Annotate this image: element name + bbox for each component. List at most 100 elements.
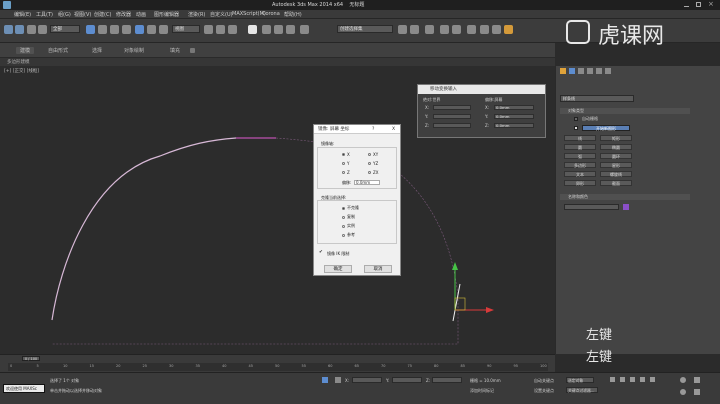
selected-object-dropdown[interactable]: 选定对象	[566, 377, 594, 383]
help-button[interactable]: ?	[372, 125, 374, 134]
add-time-tag[interactable]: 添加时间标记	[470, 388, 494, 394]
window-crossing-icon[interactable]	[122, 25, 131, 34]
render-frame-icon[interactable]	[492, 25, 501, 34]
object-color-swatch[interactable]	[623, 204, 629, 210]
coord-x-field[interactable]	[352, 377, 382, 383]
shape-button-7[interactable]: 星形	[600, 162, 632, 168]
align-icon[interactable]	[410, 25, 419, 34]
shape-button-4[interactable]: 弧	[564, 153, 596, 159]
shape-button-1[interactable]: 矩形	[600, 135, 632, 141]
menu-item-12[interactable]: 帮助(H)	[284, 11, 302, 18]
abs-y-field[interactable]	[433, 114, 471, 119]
ribbon-toggle-icon[interactable]	[190, 48, 195, 53]
select-object-icon[interactable]	[86, 25, 95, 34]
coord-y-field[interactable]	[392, 377, 422, 383]
ribbon-tab-freeform[interactable]: 自由形式	[48, 47, 68, 54]
keyboard-shortcut-icon[interactable]	[228, 25, 237, 34]
menu-item-4[interactable]: 创建(C)	[94, 11, 111, 18]
percent-snap-icon[interactable]	[274, 25, 283, 34]
next-frame-icon[interactable]	[640, 377, 645, 382]
object-name-field[interactable]	[564, 204, 619, 210]
ribbon-tab-populate[interactable]: 填充	[170, 47, 180, 54]
shape-button-2[interactable]: 圆	[564, 144, 596, 150]
shape-button-11[interactable]: 截面	[600, 180, 632, 186]
select-manipulate-icon[interactable]	[216, 25, 225, 34]
axis-y-radio[interactable]: Y	[342, 161, 349, 166]
menu-item-0[interactable]: 编辑(E)	[14, 11, 31, 18]
play-icon[interactable]	[630, 377, 635, 382]
render-icon[interactable]	[504, 25, 513, 34]
off-y-field[interactable]: 0.0mm	[494, 114, 534, 119]
menu-item-1[interactable]: 工具(T)	[36, 11, 53, 18]
undo-icon[interactable]	[4, 25, 13, 34]
utilities-tab-icon[interactable]	[605, 68, 611, 74]
shape-button-10[interactable]: 卵形	[564, 180, 596, 186]
abs-x-field[interactable]	[433, 105, 471, 110]
menu-item-3[interactable]: 视图(V)	[74, 11, 91, 18]
hierarchy-tab-icon[interactable]	[578, 68, 584, 74]
redo-icon[interactable]	[15, 25, 24, 34]
render-setup-icon[interactable]	[480, 25, 489, 34]
lock-icon[interactable]	[322, 377, 328, 383]
start-new-shape-button[interactable]: 开始新图形	[582, 125, 630, 131]
transform-typein-titlebar[interactable]: 移动变换输入	[418, 85, 545, 94]
menu-item-10[interactable]: MAXScript(M)	[232, 11, 266, 17]
shape-button-6[interactable]: 多边形	[564, 162, 596, 168]
ribbon-tab-modeling[interactable]: 建模	[16, 47, 35, 54]
axis-zx-radio[interactable]: ZX	[368, 170, 378, 175]
modify-tab-icon[interactable]	[569, 68, 575, 74]
orbit-icon[interactable]	[680, 389, 686, 395]
setkey-label[interactable]: 设置关键点	[534, 388, 554, 394]
select-by-name-icon[interactable]	[98, 25, 107, 34]
ref-coord-dropdown[interactable]: 视图	[172, 25, 200, 33]
mirror-ik-checkbox[interactable]: ✔	[319, 250, 323, 255]
app-logo-icon[interactable]	[3, 1, 11, 9]
maximize-icon[interactable]	[696, 2, 701, 7]
pivot-icon[interactable]	[204, 25, 213, 34]
pan-icon[interactable]	[694, 377, 700, 383]
menu-item-8[interactable]: 渲染(R)	[188, 11, 205, 18]
abs-z-field[interactable]	[433, 123, 471, 128]
menu-item-9[interactable]: 自定义(U)	[210, 11, 233, 18]
clone-none-radio[interactable]: 不克隆	[342, 205, 359, 211]
dialog-close-button[interactable]: X	[392, 125, 395, 134]
off-z-field[interactable]: 0.0mm	[494, 123, 534, 128]
display-tab-icon[interactable]	[596, 68, 602, 74]
clone-reference-radio[interactable]: 参考	[342, 232, 355, 238]
off-x-field[interactable]: 0.0mm	[494, 105, 534, 110]
ribbon-tab-object-paint[interactable]: 对象绘制	[124, 47, 144, 54]
key-filters-button[interactable]: 关键点过滤器...	[566, 387, 598, 393]
edit-named-sets-icon[interactable]	[300, 25, 309, 34]
axis-xy-radio[interactable]: XY	[368, 152, 378, 157]
scale-icon[interactable]	[159, 25, 168, 34]
unlink-icon[interactable]	[38, 25, 47, 34]
timeline[interactable]: 0 / 100 0 5 10 15 20 25 30 35 40 45 50 55 60 65 70 75 80…	[0, 354, 555, 372]
cancel-button[interactable]: 取消	[364, 265, 392, 273]
time-slider[interactable]: 0 / 100	[22, 356, 40, 361]
abs-mode-icon[interactable]	[335, 377, 341, 383]
shape-category-dropdown[interactable]: 样条线	[560, 95, 634, 102]
move-icon[interactable]	[135, 25, 144, 34]
schematic-view-icon[interactable]	[452, 25, 461, 34]
minimize-icon[interactable]	[684, 2, 689, 7]
ok-button[interactable]: 确定	[324, 265, 352, 273]
shape-button-0[interactable]: 线	[564, 135, 596, 141]
close-icon[interactable]: ×	[708, 0, 714, 8]
material-editor-icon[interactable]	[467, 25, 476, 34]
motion-tab-icon[interactable]	[587, 68, 593, 74]
shape-button-3[interactable]: 椭圆	[600, 144, 632, 150]
rotate-icon[interactable]	[147, 25, 156, 34]
start-new-shape-checkbox[interactable]	[574, 126, 578, 130]
rect-selection-icon[interactable]	[110, 25, 119, 34]
autokey-label[interactable]: 自动关键点	[534, 378, 554, 384]
spinner-snap-icon[interactable]	[286, 25, 295, 34]
rollout-name-color[interactable]: 名称和颜色	[560, 194, 690, 200]
prev-frame-icon[interactable]	[620, 377, 625, 382]
go-to-start-icon[interactable]	[610, 377, 615, 382]
clone-copy-radio[interactable]: 复制	[342, 214, 355, 220]
zoom-icon[interactable]	[680, 377, 686, 383]
maximize-viewport-icon[interactable]	[694, 389, 700, 395]
coord-z-field[interactable]	[432, 377, 462, 383]
named-selection-dropdown[interactable]: 创建选择集	[337, 25, 393, 33]
offset-field[interactable]: 0.0mm	[354, 180, 380, 185]
